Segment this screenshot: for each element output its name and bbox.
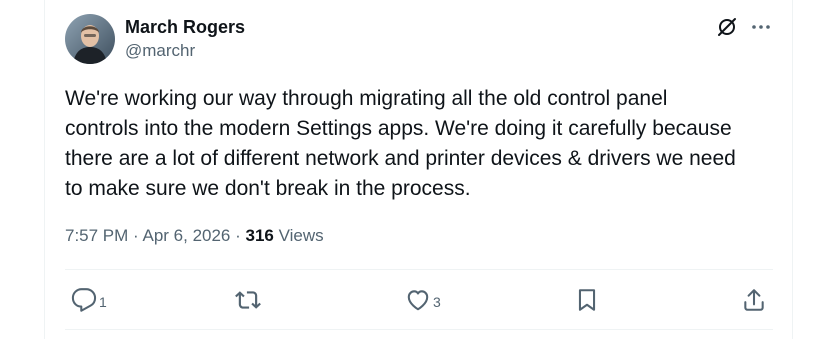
grok-icon[interactable]	[716, 16, 738, 38]
tweet-text: We're working our way through migrating …	[65, 87, 736, 200]
reply-button[interactable]: 1	[71, 283, 107, 317]
repost-icon	[235, 291, 261, 309]
heart-icon	[407, 290, 429, 311]
views-label: Views	[273, 226, 324, 245]
tweet-date[interactable]: Apr 6, 2026	[142, 226, 230, 245]
tweet-time[interactable]: 7:57 PM	[65, 226, 128, 245]
action-bar: 1 3	[65, 283, 773, 317]
divider-top	[65, 269, 773, 270]
reply-count: 1	[99, 294, 107, 310]
author-display-name[interactable]: March Rogers	[125, 16, 245, 38]
share-icon	[744, 289, 764, 311]
views-count: 316	[245, 226, 274, 245]
meta-separator: ·	[230, 226, 246, 245]
bookmark-icon	[578, 289, 596, 311]
reply-icon	[71, 288, 97, 312]
divider-bottom	[65, 329, 773, 330]
user-avatar-icon	[65, 14, 115, 64]
like-button[interactable]: 3	[405, 283, 441, 317]
tweet-meta: 7:57 PM · Apr 6, 2026 · 316 Views	[65, 225, 324, 247]
avatar[interactable]	[65, 14, 115, 64]
repost-button[interactable]	[235, 283, 261, 317]
bookmark-button[interactable]	[574, 283, 600, 317]
author-handle[interactable]: @marchr	[125, 40, 195, 62]
share-button[interactable]	[741, 283, 767, 317]
more-icon[interactable]	[750, 16, 772, 38]
like-count: 3	[433, 294, 441, 310]
meta-separator: ·	[128, 226, 143, 245]
